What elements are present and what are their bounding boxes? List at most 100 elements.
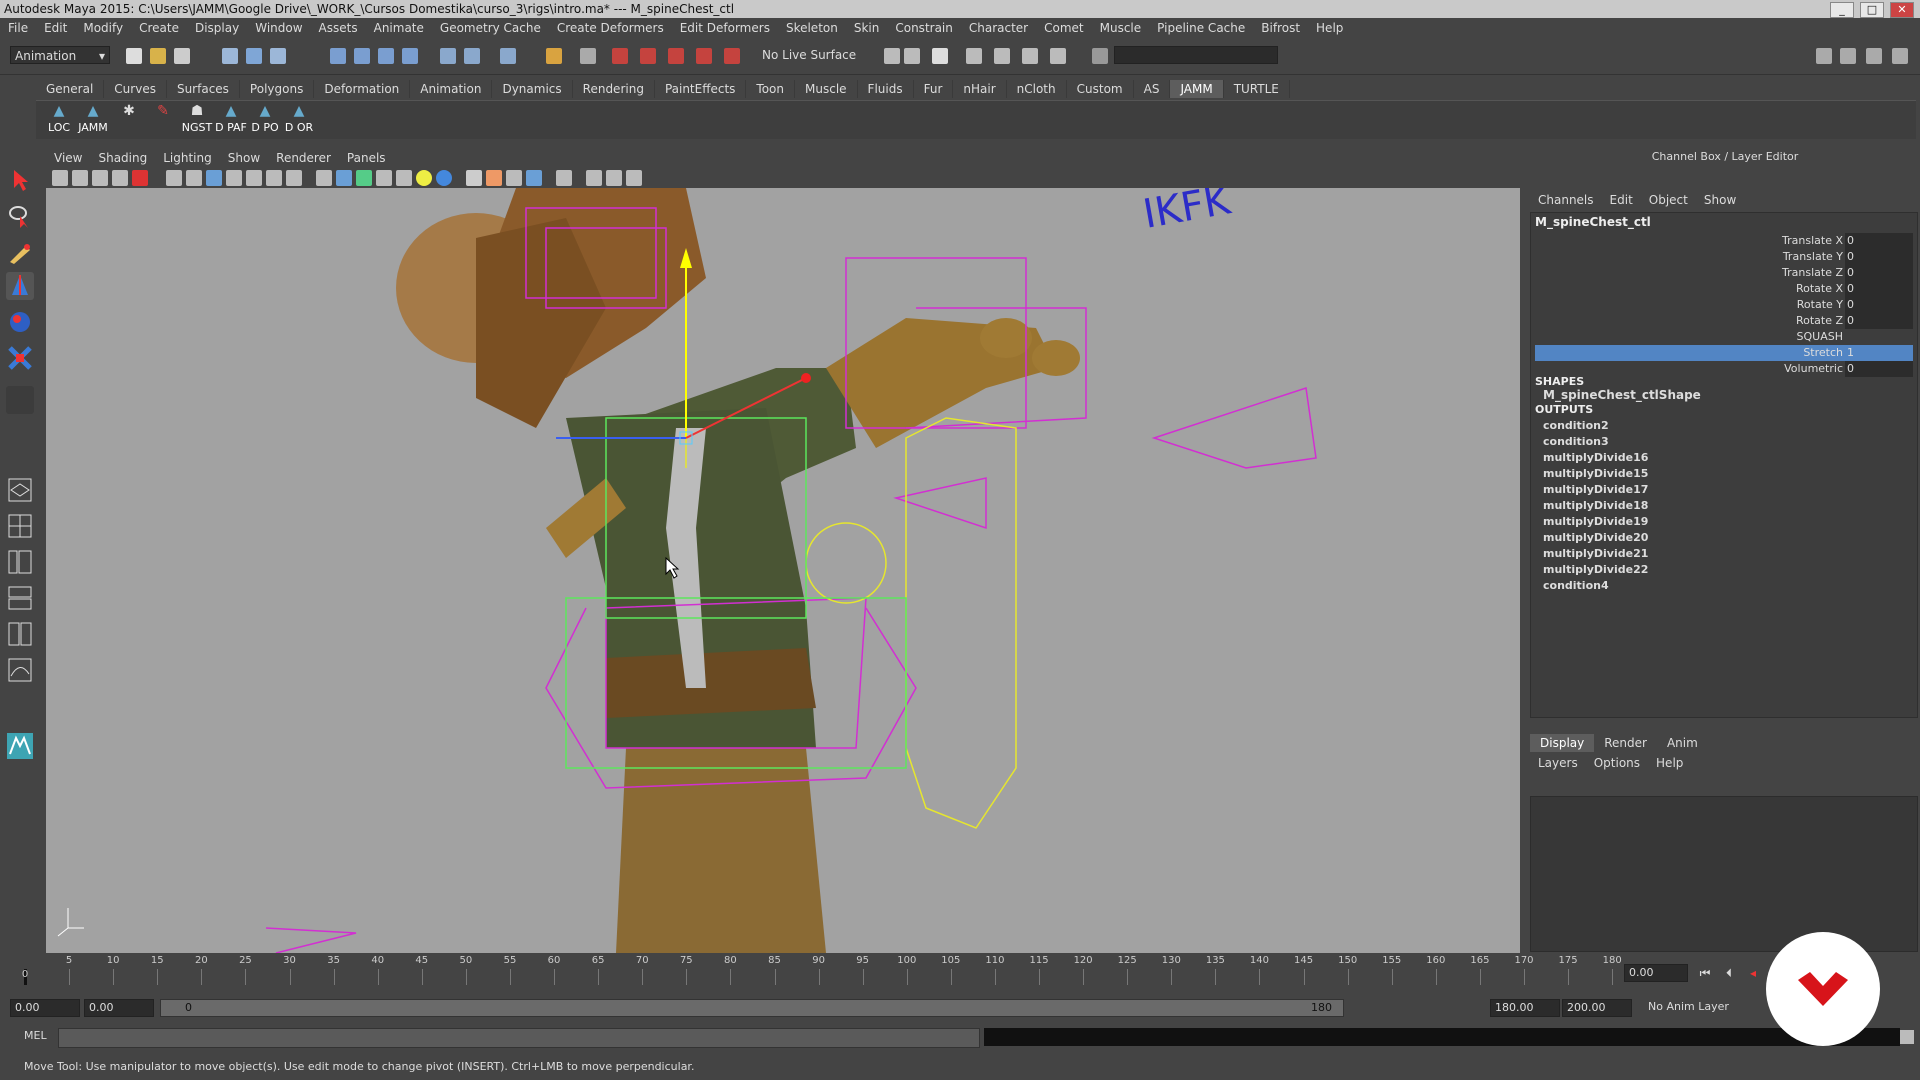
shelf-tab-dynamics[interactable]: Dynamics [492, 80, 573, 98]
menu-animate[interactable]: Animate [366, 18, 432, 38]
shelf-item-skeleton[interactable]: ✱ [112, 103, 146, 137]
rotate-tool-icon[interactable] [6, 308, 34, 336]
shelf-tab-fur[interactable]: Fur [914, 80, 954, 98]
shelf-tab-general[interactable]: General [36, 80, 105, 98]
shelf-tab-painteffects[interactable]: PaintEffects [655, 80, 747, 98]
four-pane-layout-icon[interactable] [6, 512, 34, 540]
select-tool-icon[interactable] [6, 166, 34, 194]
graph-editor-layout-icon[interactable] [6, 656, 34, 684]
channel-attribute-value[interactable]: 1 [1845, 345, 1913, 361]
2d-pan-icon[interactable] [132, 170, 148, 186]
snap-grid-icon[interactable] [330, 48, 346, 64]
script-editor-icon[interactable] [1900, 1030, 1914, 1044]
bookmark-icon[interactable] [92, 170, 108, 186]
shape-node[interactable]: M_spineChest_ctlShape [1543, 388, 1701, 402]
panel-menu-panels[interactable]: Panels [339, 148, 394, 168]
film-gate-icon[interactable] [186, 170, 202, 186]
select-object-icon[interactable] [246, 48, 262, 64]
outliner-icon[interactable] [1840, 48, 1856, 64]
render-settings-icon[interactable] [668, 48, 684, 64]
channel-attribute-value[interactable]: 0 [1845, 281, 1913, 297]
menu-constrain[interactable]: Constrain [887, 18, 961, 38]
output-node-condition2[interactable]: condition2 [1543, 419, 1609, 432]
magnet-icon[interactable] [724, 48, 740, 64]
shelf-tab-ncloth[interactable]: nCloth [1007, 80, 1067, 98]
shelf-item-jamm[interactable]: ▲ JAMM [76, 103, 110, 137]
menu-assets[interactable]: Assets [311, 18, 366, 38]
channel-attribute-value[interactable]: 0 [1845, 265, 1913, 281]
last-tool-icon[interactable] [6, 386, 34, 414]
output-node-multiplydivide22[interactable]: multiplyDivide22 [1543, 563, 1648, 576]
shelf-tab-polygons[interactable]: Polygons [240, 80, 315, 98]
channel-attribute-translate-x[interactable]: Translate X0 [1535, 233, 1913, 249]
save-scene-icon[interactable] [174, 48, 190, 64]
shelf-tab-deformation[interactable]: Deformation [314, 80, 411, 98]
ipr-render-icon[interactable] [640, 48, 656, 64]
hud-icon[interactable] [626, 170, 642, 186]
layer-tab-render[interactable]: Render [1594, 734, 1657, 752]
isolate-select-icon[interactable] [556, 170, 572, 186]
snap-plane-icon[interactable] [402, 48, 418, 64]
grid-toggle-icon[interactable] [166, 170, 182, 186]
maximize-button[interactable]: □ [1860, 2, 1884, 18]
shelf-item-loc[interactable]: ▲ LOC [42, 103, 76, 137]
quick-search-field[interactable] [1114, 46, 1278, 64]
shelf-tab-nhair[interactable]: nHair [953, 80, 1007, 98]
layer-menu-help[interactable]: Help [1648, 754, 1691, 772]
xray-icon[interactable] [396, 170, 412, 186]
render-icon[interactable] [612, 48, 628, 64]
shelf-tab-jamm[interactable]: JAMM [1170, 80, 1224, 98]
minimize-button[interactable]: _ [1830, 2, 1854, 18]
paint-select-tool-icon[interactable] [6, 238, 34, 266]
select-component-icon[interactable] [270, 48, 286, 64]
menu-edit[interactable]: Edit [36, 18, 75, 38]
shelf-tab-curves[interactable]: Curves [104, 80, 167, 98]
playback-start-field[interactable]: 0.00 [84, 999, 154, 1017]
menu-edit-deformers[interactable]: Edit Deformers [672, 18, 778, 38]
textured-icon[interactable] [376, 170, 392, 186]
lights-icon[interactable] [416, 170, 432, 186]
lasso-tool-icon[interactable] [6, 202, 34, 230]
output-node-multiplydivide16[interactable]: multiplyDivide16 [1543, 451, 1648, 464]
output-node-multiplydivide17[interactable]: multiplyDivide17 [1543, 483, 1648, 496]
step-back-key-icon[interactable]: ⏴ [1720, 966, 1738, 982]
menu-window[interactable]: Window [247, 18, 310, 38]
layout-icon[interactable] [1816, 48, 1832, 64]
go-to-start-icon[interactable]: ⏮ [1696, 966, 1714, 982]
shelf-item-d-paf[interactable]: ▲ D PAF [214, 103, 248, 137]
layer-tab-anim[interactable]: Anim [1657, 734, 1708, 752]
search-icon[interactable] [1092, 48, 1108, 64]
output-node-multiplydivide19[interactable]: multiplyDivide19 [1543, 515, 1648, 528]
channel-attribute-stretch[interactable]: Stretch 1 [1535, 345, 1913, 361]
smooth-shade-icon[interactable] [336, 170, 352, 186]
wireframe-on-shaded-icon[interactable] [356, 170, 372, 186]
output-node-multiplydivide18[interactable]: multiplyDivide18 [1543, 499, 1648, 512]
menu-skeleton[interactable]: Skeleton [778, 18, 846, 38]
menu-character[interactable]: Character [961, 18, 1036, 38]
menu-comet[interactable]: Comet [1036, 18, 1092, 38]
step-back-frame-icon[interactable]: ◂ [1744, 966, 1762, 982]
shelf-tab-rendering[interactable]: Rendering [573, 80, 655, 98]
camera-select-icon[interactable] [52, 170, 68, 186]
panel-menu-show[interactable]: Show [220, 148, 268, 168]
hypershade-icon[interactable] [696, 48, 712, 64]
shelf-tab-muscle[interactable]: Muscle [795, 80, 858, 98]
range-slider[interactable]: 0 180 [160, 999, 1344, 1017]
shelf-tab-turtle[interactable]: TURTLE [1224, 80, 1290, 98]
menu-modify[interactable]: Modify [75, 18, 131, 38]
channel-layer-icon[interactable] [1866, 48, 1882, 64]
animation-start-field[interactable]: 0.00 [10, 999, 80, 1017]
scale-tool-icon[interactable] [6, 344, 34, 372]
output-node-multiplydivide20[interactable]: multiplyDivide20 [1543, 531, 1648, 544]
menu-geometry-cache[interactable]: Geometry Cache [432, 18, 549, 38]
shelf-tab-animation[interactable]: Animation [410, 80, 493, 98]
tool-settings-icon[interactable] [932, 48, 948, 64]
camera-icon[interactable] [994, 48, 1010, 64]
channel-attribute-value[interactable]: 0 [1845, 233, 1913, 249]
layer-tab-display[interactable]: Display [1530, 734, 1595, 752]
render-view-icon[interactable] [580, 48, 596, 64]
single-pane-layout-icon[interactable] [6, 476, 34, 504]
menu-help[interactable]: Help [1308, 18, 1351, 38]
resolution-gate-icon[interactable] [206, 170, 222, 186]
close-button[interactable]: ✕ [1890, 2, 1914, 18]
